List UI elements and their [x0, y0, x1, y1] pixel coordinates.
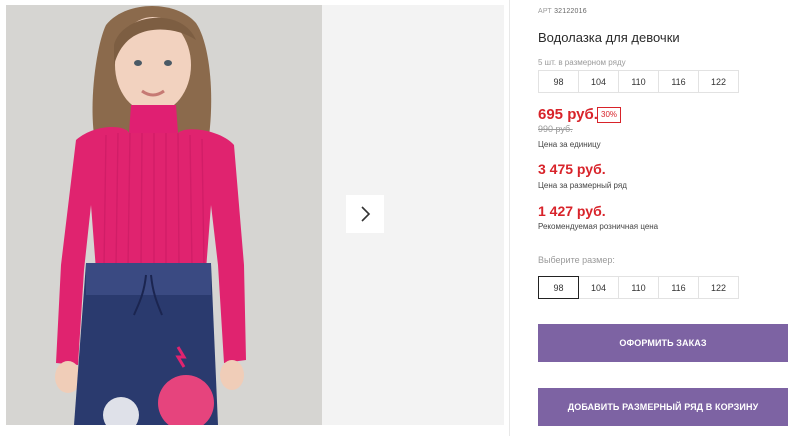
pack-note: 5 шт. в размерном ряду — [538, 58, 626, 67]
unit-price: 695 руб. — [538, 106, 598, 123]
retail-price: 1 427 руб. — [538, 203, 606, 219]
size-option-98[interactable]: 98 — [538, 276, 579, 299]
size-option-104[interactable]: 104 — [578, 276, 619, 299]
article-label: АРТ — [538, 8, 552, 15]
size-range-item: 116 — [658, 70, 699, 93]
article-number: АРТ 32122016 — [538, 8, 587, 15]
order-button[interactable]: ОФОРМИТЬ ЗАКАЗ — [538, 324, 788, 362]
size-range-list: 98 104 110 116 122 — [538, 70, 739, 93]
retail-price-label: Рекомендуемая розничная цена — [538, 222, 659, 231]
old-price: 990 руб. — [538, 124, 573, 134]
size-option-116[interactable]: 116 — [658, 276, 699, 299]
size-range-item: 122 — [698, 70, 739, 93]
chevron-right-icon — [361, 206, 371, 222]
article-value: 32122016 — [554, 8, 587, 15]
size-option-122[interactable]: 122 — [698, 276, 739, 299]
product-title: Водолазка для девочки — [538, 30, 680, 45]
column-divider — [509, 0, 510, 436]
size-selector: 98 104 110 116 122 — [538, 276, 739, 299]
add-range-to-cart-button[interactable]: ДОБАВИТЬ РАЗМЕРНЫЙ РЯД В КОРЗИНУ — [538, 388, 788, 426]
range-price: 3 475 руб. — [538, 161, 606, 177]
discount-badge: 30% — [597, 107, 622, 123]
product-photo[interactable] — [6, 5, 322, 425]
gallery-next-button[interactable] — [346, 195, 384, 233]
size-range-item: 104 — [578, 70, 619, 93]
size-range-item: 110 — [618, 70, 659, 93]
size-range-item: 98 — [538, 70, 579, 93]
range-price-label: Цена за размерный ряд — [538, 181, 627, 190]
unit-price-label: Цена за единицу — [538, 140, 601, 149]
product-gallery — [6, 5, 504, 425]
size-select-label: Выберите размер: — [538, 255, 615, 265]
size-option-110[interactable]: 110 — [618, 276, 659, 299]
